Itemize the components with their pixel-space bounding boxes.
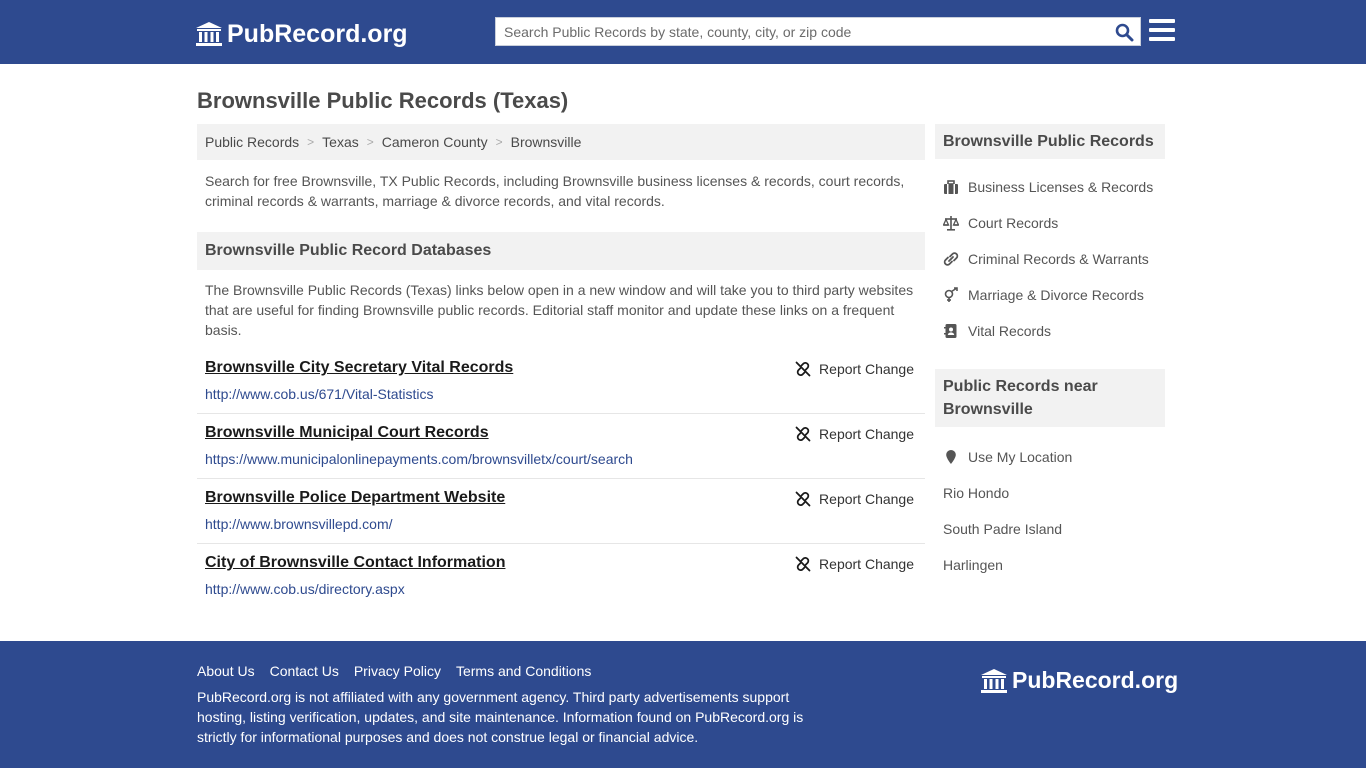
report-change-button[interactable]: Report Change [795, 426, 914, 442]
breadcrumb-separator: > [495, 135, 503, 149]
nearby-city-link[interactable]: South Padre Island [943, 511, 1165, 547]
section-heading: Brownsville Public Record Databases [197, 232, 925, 270]
sidebar-item-business-licenses[interactable]: Business Licenses & Records [943, 169, 1165, 205]
broken-link-icon [795, 361, 811, 377]
footer-link-contact[interactable]: Contact Us [270, 663, 339, 679]
report-change-button[interactable]: Report Change [795, 491, 914, 507]
record-item: City of Brownsville Contact Information … [197, 544, 925, 609]
broken-link-icon [795, 491, 811, 507]
breadcrumb-separator: > [366, 135, 374, 149]
intro-text: Search for free Brownsville, TX Public R… [205, 173, 905, 209]
record-title-link[interactable]: Brownsville City Secretary Vital Records [205, 359, 513, 377]
sidebar-item-label: Vital Records [968, 323, 1052, 339]
breadcrumb-texas[interactable]: Texas [322, 134, 359, 150]
breadcrumb-cameron-county[interactable]: Cameron County [382, 134, 488, 150]
record-url-link[interactable]: http://www.brownsvillepd.com/ [205, 516, 393, 532]
record-url-link[interactable]: https://www.municipalonlinepayments.com/… [205, 451, 633, 467]
scale-icon [943, 216, 959, 231]
use-my-location-link[interactable]: Use My Location [943, 439, 1165, 475]
record-title-link[interactable]: City of Brownsville Contact Information [205, 554, 505, 572]
site-logo[interactable]: PubRecord.org [195, 18, 408, 50]
sidebar-item-label: Business Licenses & Records [968, 179, 1154, 195]
record-title-link[interactable]: Brownsville Police Department Website [205, 489, 505, 507]
report-change-label: Report Change [819, 491, 914, 507]
footer-links: About Us Contact Us Privacy Policy Terms… [197, 663, 606, 679]
sidebar-records-heading: Brownsville Public Records [935, 124, 1165, 159]
breadcrumb-public-records[interactable]: Public Records [205, 134, 299, 150]
search-input[interactable] [496, 18, 1106, 45]
section-description: The Brownsville Public Records (Texas) l… [205, 282, 914, 338]
footer-logo[interactable]: PubRecord.org [980, 667, 1178, 694]
site-footer: About Us Contact Us Privacy Policy Terms… [0, 641, 1366, 768]
record-list: Brownsville City Secretary Vital Records… [197, 349, 925, 609]
sidebar-item-criminal-records[interactable]: Criminal Records & Warrants [943, 241, 1165, 277]
hamburger-menu-button[interactable] [1149, 19, 1175, 43]
sidebar-record-links: Business Licenses & Records Court Record… [943, 169, 1165, 349]
record-item: Brownsville City Secretary Vital Records… [197, 349, 925, 414]
report-change-button[interactable]: Report Change [795, 361, 914, 377]
report-change-label: Report Change [819, 426, 914, 442]
report-change-label: Report Change [819, 556, 914, 572]
footer-link-privacy[interactable]: Privacy Policy [354, 663, 441, 679]
top-navbar: PubRecord.org [0, 0, 1366, 64]
sidebar-item-marriage-divorce[interactable]: Marriage & Divorce Records [943, 277, 1165, 313]
record-title-link[interactable]: Brownsville Municipal Court Records [205, 424, 489, 442]
courthouse-icon [981, 668, 1007, 693]
footer-link-about[interactable]: About Us [197, 663, 255, 679]
broken-link-icon [795, 556, 811, 572]
sidebar-item-vital-records[interactable]: Vital Records [943, 313, 1165, 349]
footer-disclaimer: PubRecord.org is not affiliated with any… [197, 689, 804, 745]
footer-link-terms[interactable]: Terms and Conditions [456, 663, 591, 679]
menu-bar [1149, 37, 1175, 41]
sidebar-item-label: Court Records [968, 215, 1059, 231]
record-url-link[interactable]: http://www.cob.us/671/Vital-Statistics [205, 386, 434, 402]
address-book-icon [944, 324, 957, 338]
logo-text: PubRecord.org [227, 19, 408, 48]
record-item: Brownsville Municipal Court Records http… [197, 414, 925, 479]
breadcrumb: Public Records > Texas > Cameron County … [197, 124, 925, 160]
search-bar [495, 17, 1141, 46]
link-icon [943, 252, 959, 266]
sidebar-item-label: Marriage & Divorce Records [968, 287, 1144, 303]
map-pin-icon [946, 450, 956, 464]
search-icon [1115, 23, 1133, 41]
menu-bar [1149, 19, 1175, 23]
page-title: Brownsville Public Records (Texas) [197, 88, 569, 113]
broken-link-icon [795, 426, 811, 442]
report-change-label: Report Change [819, 361, 914, 377]
sidebar-item-court-records[interactable]: Court Records [943, 205, 1165, 241]
sidebar-nearby-heading: Public Records near Brownsville [935, 369, 1165, 427]
gender-icon [944, 287, 958, 302]
record-item: Brownsville Police Department Website ht… [197, 479, 925, 544]
footer-logo-text: PubRecord.org [1012, 667, 1179, 693]
sidebar-item-label: Criminal Records & Warrants [968, 251, 1149, 267]
search-button[interactable] [1112, 21, 1136, 43]
nearby-city-link[interactable]: Rio Hondo [943, 475, 1165, 511]
breadcrumb-brownsville[interactable]: Brownsville [511, 134, 582, 150]
breadcrumb-separator: > [307, 135, 315, 149]
use-my-location-label: Use My Location [968, 449, 1073, 465]
report-change-button[interactable]: Report Change [795, 556, 914, 572]
menu-bar [1149, 28, 1175, 32]
sidebar-nearby-list: Use My Location Rio Hondo South Padre Is… [943, 439, 1165, 583]
briefcase-icon [944, 180, 958, 194]
record-url-link[interactable]: http://www.cob.us/directory.aspx [205, 581, 405, 597]
courthouse-icon [196, 22, 222, 46]
nearby-city-link[interactable]: Harlingen [943, 547, 1165, 583]
